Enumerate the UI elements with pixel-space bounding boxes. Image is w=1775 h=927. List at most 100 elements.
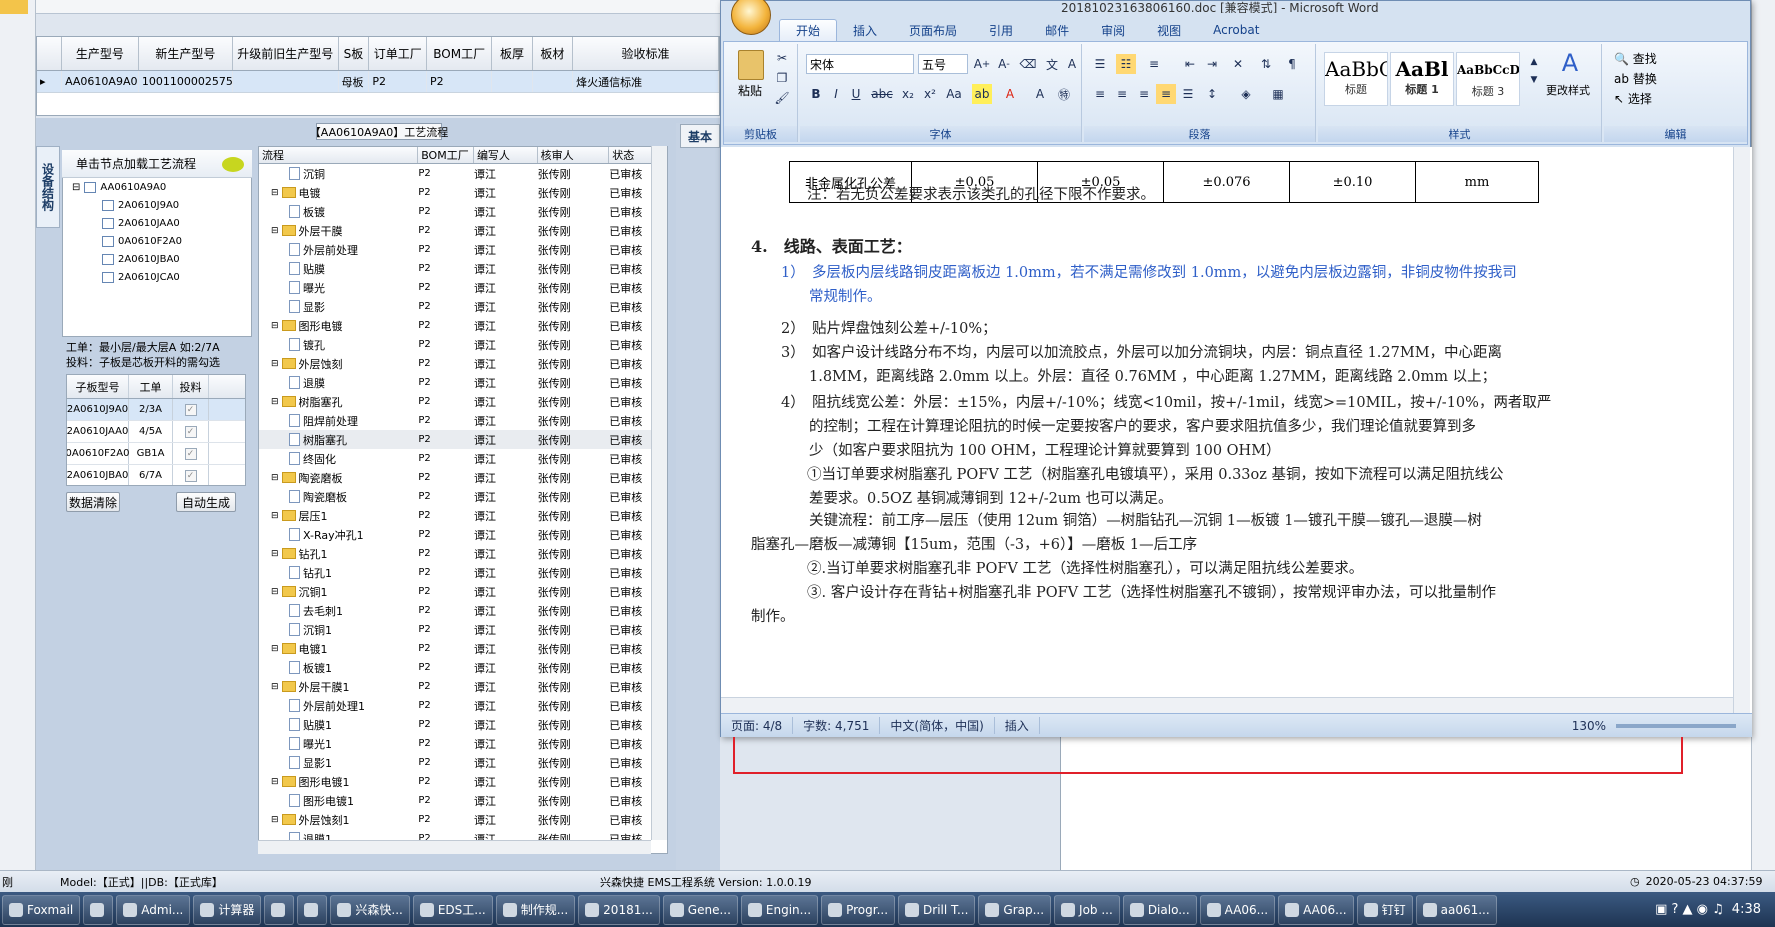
col-author[interactable]: 编写人 <box>474 147 538 163</box>
multilevel-icon[interactable]: ≡ <box>1144 54 1164 74</box>
expand-icon[interactable]: ⊟ <box>271 397 279 407</box>
status-zoom[interactable]: 130% <box>1562 719 1616 733</box>
expand-icon[interactable]: ⊟ <box>271 644 279 654</box>
select-button[interactable]: ↖ 选择 <box>1614 90 1652 107</box>
taskbar-item[interactable]: Engin... <box>740 894 819 925</box>
tray-clock[interactable]: 4:38 <box>1732 902 1761 917</box>
paste-label[interactable]: 粘贴 <box>738 82 762 99</box>
table-row[interactable]: 显影1 P2 谭江 张传刚 已审核 <box>259 753 667 772</box>
table-row[interactable]: 去毛刺1 P2 谭江 张传刚 已审核 <box>259 601 667 620</box>
style-heading-1[interactable]: AaBl 标题 1 <box>1390 52 1454 106</box>
collapse-icon[interactable]: ⊟ <box>72 182 80 193</box>
increase-indent-icon[interactable]: ⇥ <box>1202 54 1222 74</box>
taskbar-item[interactable]: Job ... <box>1054 894 1120 925</box>
table-row[interactable]: 终固化 P2 谭江 张传刚 已审核 <box>259 449 667 468</box>
taskbar-item[interactable]: 计算器 <box>193 894 262 925</box>
expand-icon[interactable]: ⊟ <box>271 587 279 597</box>
table-row[interactable]: 树脂塞孔 P2 谭江 张传刚 已审核 <box>259 430 667 449</box>
shrink-font-icon[interactable]: A- <box>994 54 1014 74</box>
cell[interactable]: P2 <box>427 71 493 92</box>
align-left-icon[interactable]: ≡ <box>1090 84 1110 104</box>
table-row[interactable]: 贴膜1 P2 谭江 张传刚 已审核 <box>259 715 667 734</box>
table-row[interactable]: 曝光 P2 谭江 张传刚 已审核 <box>259 278 667 297</box>
replace-button[interactable]: ab 替换 <box>1614 70 1657 87</box>
ribbon-tab[interactable]: 视图 <box>1141 19 1197 41</box>
find-button[interactable]: 🔍 查找 <box>1614 50 1657 67</box>
chat-bubble-icon[interactable] <box>222 157 244 172</box>
table-row[interactable]: 外层前处理 P2 谭江 张传刚 已审核 <box>259 240 667 259</box>
subscript-icon[interactable]: x₂ <box>898 84 918 104</box>
feed-checkbox[interactable]: ✓ <box>184 447 197 460</box>
expand-icon[interactable]: ⊟ <box>271 682 279 692</box>
table-row[interactable]: ⊟ 外层蚀刻 P2 谭江 张传刚 已审核 <box>259 354 667 373</box>
taskbar-item[interactable]: 钉钉 <box>1356 894 1413 925</box>
expand-icon[interactable]: ⊟ <box>271 226 279 236</box>
superscript-icon[interactable]: x² <box>920 84 940 104</box>
table-row[interactable]: ⊟ 外层蚀刻1 P2 谭江 张传刚 已审核 <box>259 810 667 829</box>
col-feed[interactable]: 投料 <box>173 375 209 398</box>
table-row[interactable]: ⊟ 图形电镀1 P2 谭江 张传刚 已审核 <box>259 772 667 791</box>
expand-icon[interactable]: ⊟ <box>271 359 279 369</box>
feed-checkbox[interactable]: ✓ <box>184 425 197 438</box>
tab-basic[interactable]: 基本 <box>680 124 720 148</box>
table-row[interactable]: ⊟ 外层干膜1 P2 谭江 张传刚 已审核 <box>259 677 667 696</box>
document-hscrollbar[interactable] <box>721 697 1733 713</box>
table-row[interactable]: 图形电镀1 P2 谭江 张传刚 已审核 <box>259 791 667 810</box>
cell[interactable]: 烽火通信标准 <box>573 71 719 92</box>
ribbon-tab[interactable]: 开始 <box>779 19 838 41</box>
taskbar-item[interactable]: 制作规... <box>495 894 576 925</box>
highlight-icon[interactable]: ab <box>972 84 992 104</box>
font-color-icon[interactable]: A <box>1000 84 1020 104</box>
feed-checkbox[interactable]: ✓ <box>184 469 197 482</box>
table-row[interactable]: ⊟ 层压1 P2 谭江 张传刚 已审核 <box>259 506 667 525</box>
expand-icon[interactable]: ⊟ <box>271 321 279 331</box>
strikethrough-icon[interactable]: abc <box>871 84 893 104</box>
change-styles-label[interactable]: 更改样式 <box>1546 82 1590 98</box>
enclose-char-icon[interactable]: ㊕ <box>1054 84 1074 104</box>
taskbar-item[interactable] <box>264 894 295 925</box>
decrease-indent-icon[interactable]: ⇤ <box>1180 54 1200 74</box>
cell[interactable]: P2 <box>369 71 428 92</box>
product-grid-row[interactable]: ▸ AA0610A9A0 10011000025759 母板 P2 P2 烽火通信标准 <box>37 71 719 93</box>
expand-icon[interactable]: ⊟ <box>271 777 279 787</box>
clear-data-button[interactable]: 数据清除 <box>66 492 120 512</box>
numbering-icon[interactable]: ☷ <box>1116 54 1136 74</box>
table-row[interactable]: 2A0610JBA0 6/7A ✓ <box>67 465 245 485</box>
tab-equipment-structure[interactable]: 设备结构 <box>36 146 60 228</box>
show-marks-icon[interactable]: ¶ <box>1282 54 1302 74</box>
taskbar-item[interactable]: Foxmail <box>2 894 81 925</box>
justify-icon[interactable]: ≡ <box>1156 84 1176 104</box>
clear-format-icon[interactable]: ⌫ <box>1018 54 1038 74</box>
table-row[interactable]: ⊟ 树脂塞孔 P2 谭江 张传刚 已审核 <box>259 392 667 411</box>
col-header[interactable]: 新生产型号 <box>139 37 233 70</box>
tree-node[interactable]: 2A0610JAA0 <box>102 218 180 229</box>
font-name-input[interactable]: 宋体 <box>806 54 914 74</box>
taskbar-item[interactable]: Admi... <box>116 894 191 925</box>
style-title[interactable]: AaBbC 标题 <box>1324 52 1388 106</box>
col-header[interactable]: BOM工厂 <box>427 37 493 70</box>
table-row[interactable]: 钻孔1 P2 谭江 张传刚 已审核 <box>259 563 667 582</box>
taskbar-item[interactable]: aa061... <box>1415 894 1497 925</box>
ribbon-tab[interactable]: Acrobat <box>1197 19 1275 41</box>
sort-icon[interactable]: ⇅ <box>1256 54 1276 74</box>
taskbar-item[interactable]: 兴森快... <box>330 894 410 925</box>
align-right-icon[interactable]: ≡ <box>1134 84 1154 104</box>
styles-scroll-down-icon[interactable]: ▼ <box>1524 70 1544 90</box>
taskbar-item[interactable]: EDS工... <box>412 894 493 925</box>
italic-icon[interactable]: I <box>826 84 846 104</box>
process-hscrollbar[interactable] <box>258 840 651 854</box>
status-words[interactable]: 字数: 4,751 <box>793 717 881 734</box>
align-center-icon[interactable]: ≡ <box>1112 84 1132 104</box>
bold-icon[interactable]: B <box>806 84 826 104</box>
grow-font-icon[interactable]: A + <box>972 54 992 74</box>
col-header[interactable]: 生产型号 <box>62 37 139 70</box>
cell[interactable]: 母板 <box>339 71 370 92</box>
char-border-icon[interactable]: A <box>1062 54 1082 74</box>
taskbar-item[interactable] <box>297 894 328 925</box>
table-row[interactable]: 沉铜 P2 谭江 张传刚 已审核 <box>259 164 667 183</box>
cell[interactable] <box>492 71 533 92</box>
styles-scroll-up-icon[interactable]: ▲ <box>1524 52 1544 72</box>
cell[interactable] <box>233 71 339 92</box>
taskbar-item[interactable]: Grap... <box>978 894 1052 925</box>
table-row[interactable]: 0A0610F2A0 GB1A ✓ <box>67 443 245 465</box>
